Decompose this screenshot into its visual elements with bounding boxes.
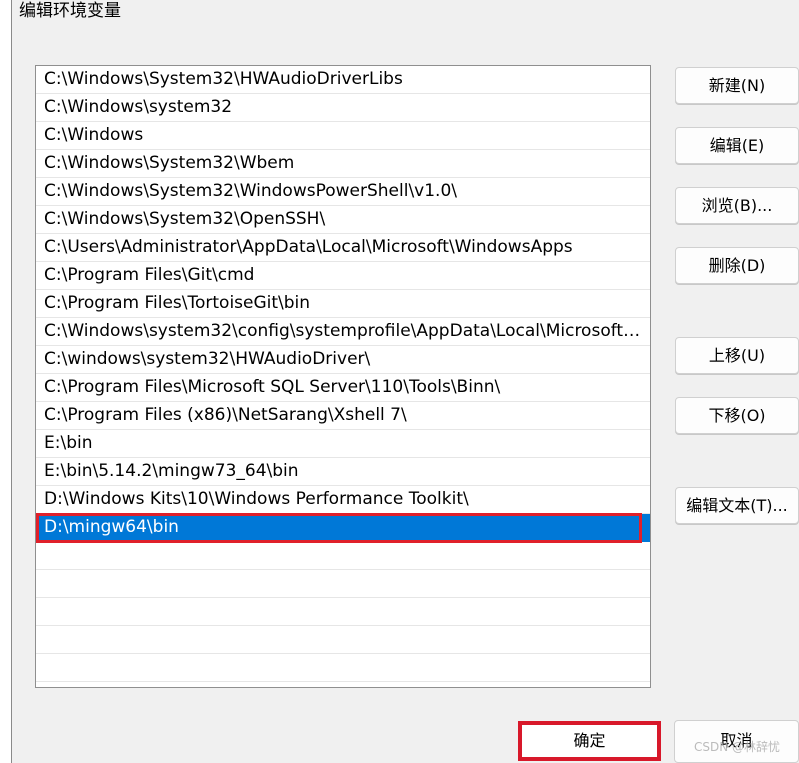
path-list-item[interactable]: C:\Users\Administrator\AppData\Local\Mic… [36,234,650,262]
path-list-item[interactable]: C:\Windows\System32\OpenSSH\ [36,206,650,234]
path-list-item[interactable]: E:\bin [36,430,650,458]
path-list-empty-row[interactable] [36,542,650,570]
path-list-item[interactable]: C:\Windows [36,122,650,150]
path-list-item[interactable]: C:\Windows\System32\HWAudioDriverLibs [36,66,650,94]
path-list-item[interactable]: D:\mingw64\bin [36,514,650,542]
path-list-item-label: C:\Windows\system32 [44,97,233,117]
path-list-item[interactable]: C:\Program Files (x86)\NetSarang\Xshell … [36,402,650,430]
path-list-item-label: D:\mingw64\bin [44,517,179,537]
move-up-button[interactable]: 上移(U) [675,337,799,374]
window-title: 编辑环境变量 [19,1,121,21]
path-list-item[interactable]: C:\Program Files\Microsoft SQL Server\11… [36,374,650,402]
path-list-empty-row[interactable] [36,626,650,654]
path-list-item[interactable]: C:\Windows\system32\config\systemprofile… [36,318,650,346]
path-list-item[interactable]: C:\windows\system32\HWAudioDriver\ [36,346,650,374]
path-list-item[interactable]: E:\bin\5.14.2\mingw73_64\bin [36,458,650,486]
path-list-item-label: E:\bin\5.14.2\mingw73_64\bin [44,461,299,481]
path-list-item-label: C:\Windows\System32\Wbem [44,153,295,173]
path-list-item-label: C:\Windows\System32\HWAudioDriverLibs [44,69,403,89]
path-list-item-label: C:\Program Files\Microsoft SQL Server\11… [44,377,501,397]
path-list-empty-row[interactable] [36,570,650,598]
browse-button[interactable]: 浏览(B)... [675,187,799,224]
new-button[interactable]: 新建(N) [675,67,799,104]
path-list-item-label: C:\Windows\System32\WindowsPowerShell\v1… [44,181,457,201]
path-list-item-label: C:\Windows [44,125,144,145]
path-list-item[interactable]: C:\Program Files\TortoiseGit\bin [36,290,650,318]
path-list-item-label: E:\bin [44,433,93,453]
path-list-item-label: C:\Program Files\Git\cmd [44,265,255,285]
watermark: CSDN @林辞忧 [694,740,781,754]
path-list-item[interactable]: C:\Windows\System32\Wbem [36,150,650,178]
path-list-empty-row[interactable] [36,682,650,687]
delete-button[interactable]: 删除(D) [675,247,799,284]
path-list-empty-row[interactable] [36,654,650,682]
path-list-item[interactable]: C:\Program Files\Git\cmd [36,262,650,290]
path-list-item-label: C:\Program Files\TortoiseGit\bin [44,293,311,313]
ok-button[interactable]: 确定 [518,721,661,761]
path-list-item[interactable]: C:\Windows\system32 [36,94,650,122]
path-list-item-label: C:\Program Files (x86)\NetSarang\Xshell … [44,405,407,425]
window-left-border [0,0,12,763]
path-list-item-label: C:\windows\system32\HWAudioDriver\ [44,349,371,369]
path-list-item[interactable]: D:\Windows Kits\10\Windows Performance T… [36,486,650,514]
path-list-empty-row[interactable] [36,598,650,626]
path-list-item-label: C:\Users\Administrator\AppData\Local\Mic… [44,237,573,257]
edit-text-button[interactable]: 编辑文本(T)... [675,487,799,524]
path-list-item-label: C:\Windows\system32\config\systemprofile… [44,321,650,341]
move-down-button[interactable]: 下移(O) [675,397,799,434]
edit-button[interactable]: 编辑(E) [675,127,799,164]
path-list-item-label: C:\Windows\System32\OpenSSH\ [44,209,326,229]
path-list-item[interactable]: C:\Windows\System32\WindowsPowerShell\v1… [36,178,650,206]
path-list[interactable]: C:\Windows\System32\HWAudioDriverLibs C:\… [35,65,651,688]
path-list-item-label: D:\Windows Kits\10\Windows Performance T… [44,489,469,509]
